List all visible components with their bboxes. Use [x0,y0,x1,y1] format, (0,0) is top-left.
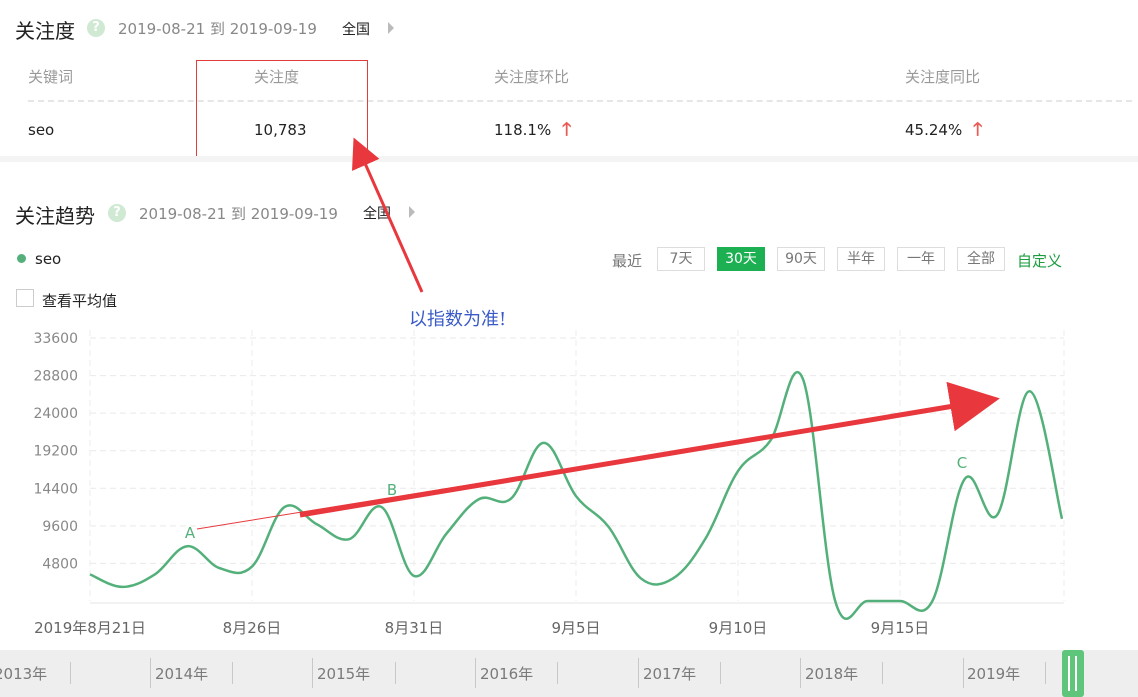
y-tick-label: 19200 [33,444,78,460]
y-tick-label: 14400 [33,481,78,497]
timeline-year-label: 2016年 [480,665,534,683]
timeline-tick [882,662,883,684]
timeline-year-divider [150,658,151,688]
point-label-a: A [185,524,196,542]
timeline-year-divider [312,658,313,688]
timeline-tick [720,662,721,684]
timeline-year-label: 2019年 [967,665,1021,683]
x-tick-label: 9月15日 [871,619,930,637]
y-tick-label: 28800 [33,369,78,385]
timeline-year-label: 2013年 [0,665,48,683]
timeline-tick [232,662,233,684]
trend-chart: 33600 28800 24000 19200 14400 9600 4800 2019年8… [33,137,1065,637]
x-tick-label: 8月26日 [223,619,282,637]
timeline-year-label: 2018年 [805,665,859,683]
timeline-years: 2013年 2014年 2015年 2016年 2017年 2018年 2019年 [0,650,1138,697]
timeline-year-divider [638,658,639,688]
timeline-handle[interactable] [1062,650,1084,697]
pointer-arrow [352,137,424,293]
y-tick-label: 4800 [42,556,78,572]
timeline-year-divider [800,658,801,688]
timeline-year-label: 2017年 [643,665,697,683]
point-label-c: C [957,454,967,472]
timeline-year-divider [963,658,964,688]
timeline-tick [557,662,558,684]
y-tick-label: 24000 [33,406,78,422]
x-tick-label: 9月10日 [709,619,768,637]
timeline-year-divider [475,658,476,688]
y-tick-label: 33600 [33,331,78,347]
timeline-year-label: 2015年 [317,665,371,683]
y-tick-label: 9600 [42,519,78,535]
x-tick-label: 2019年8月21日 [34,619,146,637]
timeline-tick [1045,662,1046,684]
x-tick-label: 9月5日 [551,619,600,637]
trend-arrow [299,381,1000,518]
x-tick-label: 8月31日 [385,619,444,637]
timeline-tick [395,662,396,684]
timeline-tick [70,662,71,684]
timeline-year-label: 2014年 [155,665,209,683]
